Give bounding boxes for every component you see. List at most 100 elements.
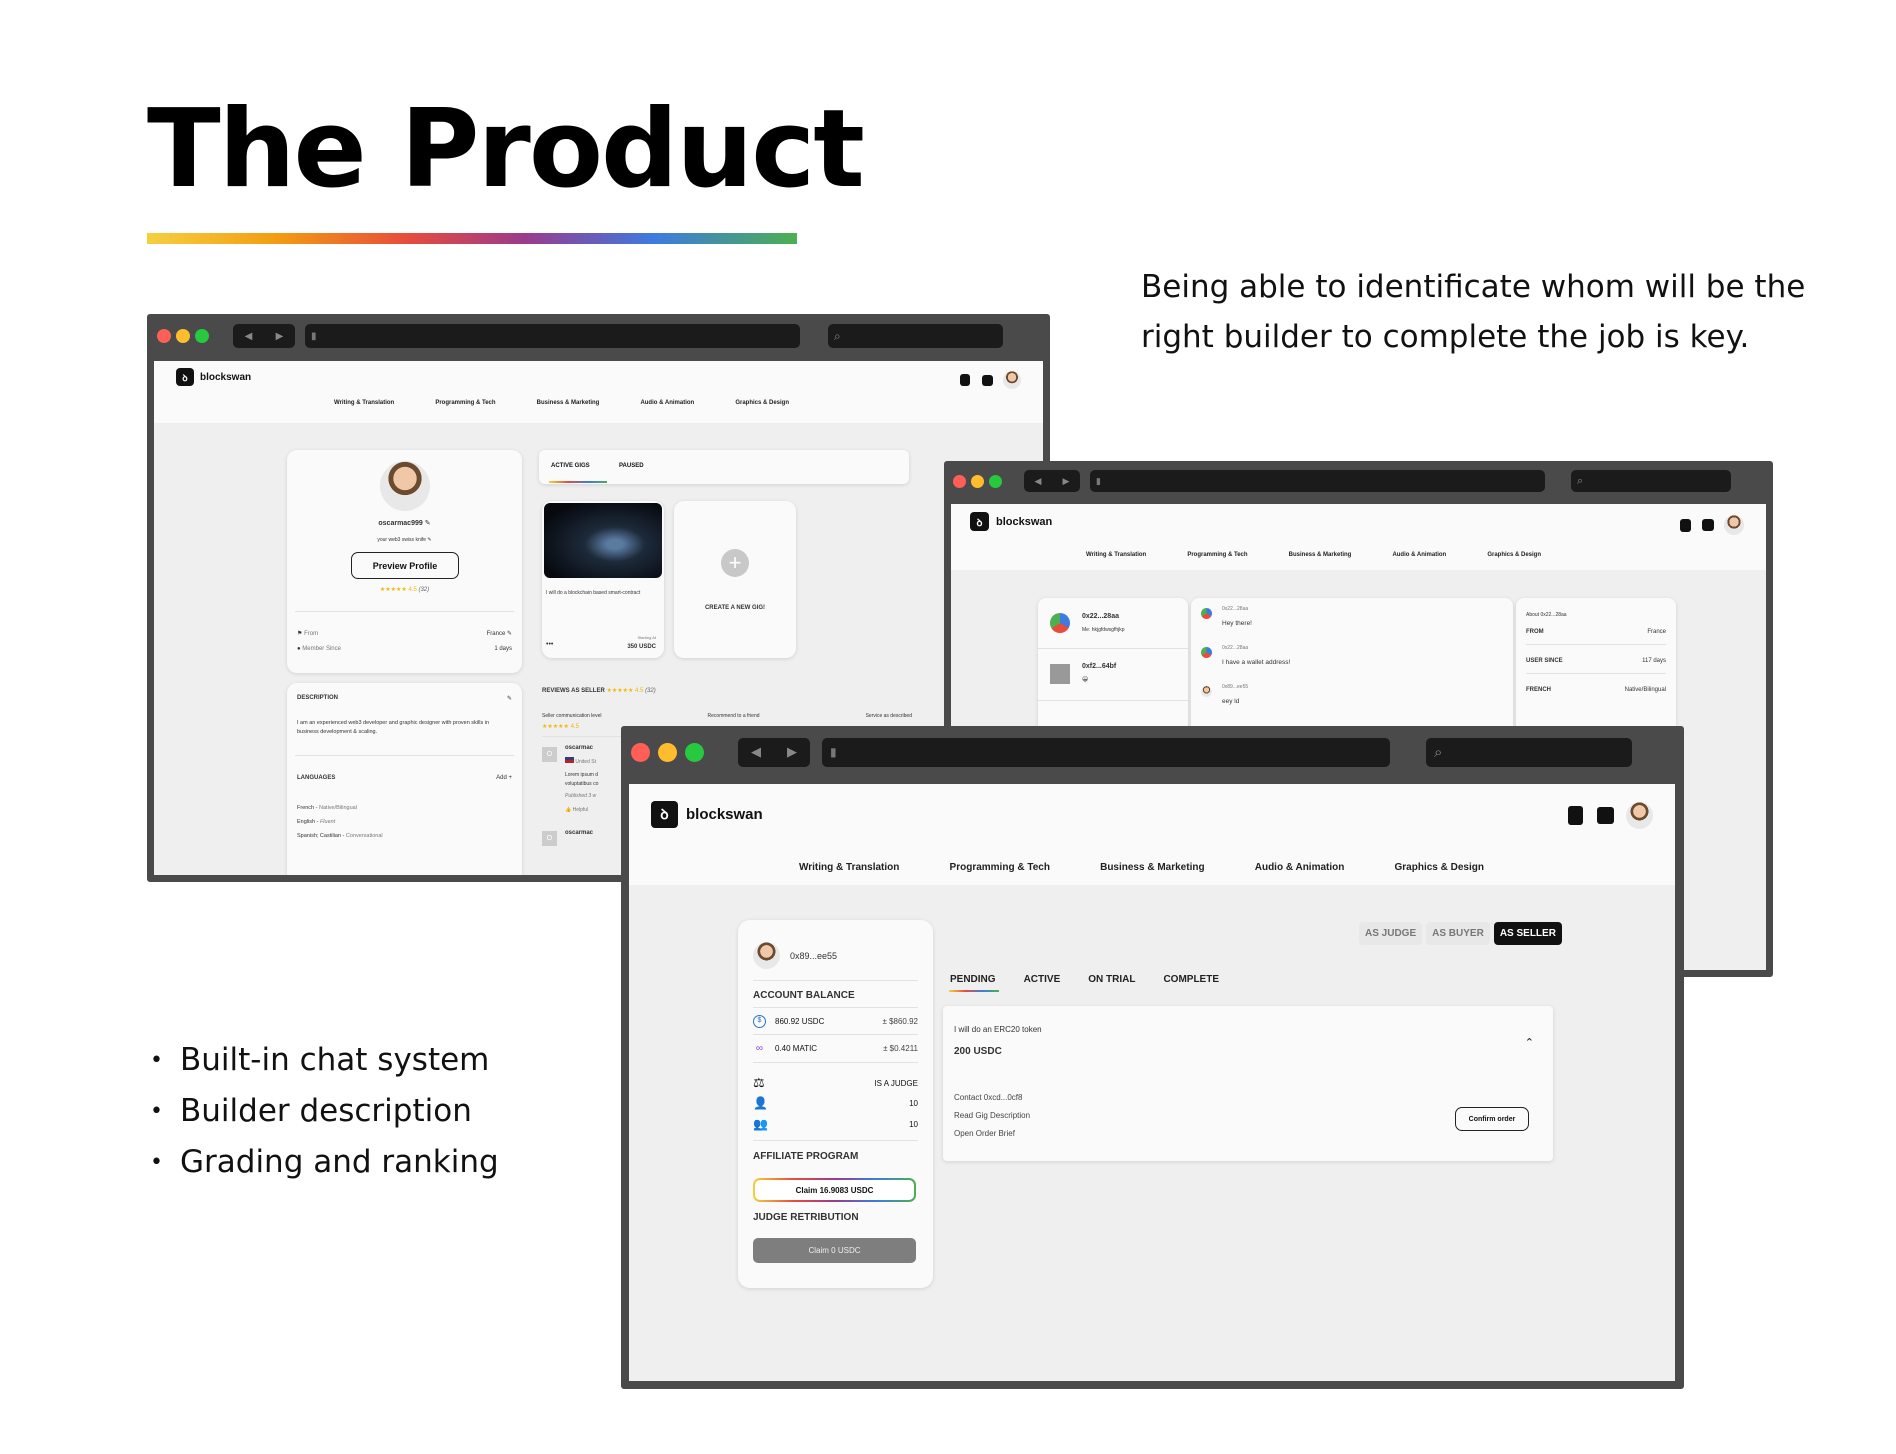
brand-logo[interactable]: ꝺ blockswan <box>651 801 763 828</box>
gig-more-icon[interactable]: ••• <box>546 641 553 648</box>
message-text: eey ld <box>1222 698 1240 705</box>
order-link-contact[interactable]: Contact 0xcd...0cf8 <box>954 1093 1022 1102</box>
gig-price: 350 USDC <box>627 644 656 650</box>
url-bar[interactable]: ▮ <box>822 737 1390 767</box>
nav-category[interactable]: Business & Marketing <box>537 400 600 406</box>
maximize-dot-icon[interactable] <box>989 474 1002 488</box>
nav-category[interactable]: Business & Marketing <box>1100 862 1204 873</box>
order-link-gig-description[interactable]: Read Gig Description <box>954 1111 1030 1120</box>
nav-category[interactable]: Graphics & Design <box>1395 862 1484 873</box>
inbox-icon[interactable] <box>1702 519 1714 531</box>
from-label: From <box>304 631 319 637</box>
chevron-up-icon[interactable]: ⌃ <box>1525 1036 1534 1049</box>
nav-category[interactable]: Programming & Tech <box>435 400 495 406</box>
nav-category[interactable]: Audio & Animation <box>1255 862 1345 873</box>
nav-category[interactable]: Audio & Animation <box>1392 552 1446 558</box>
reviewer-name: oscarmac <box>565 745 594 751</box>
avatar[interactable] <box>1626 802 1653 829</box>
close-dot-icon[interactable] <box>631 742 650 762</box>
add-icon: + <box>721 549 749 577</box>
edit-icon[interactable]: ✎ <box>425 520 431 527</box>
nav-category[interactable]: Graphics & Design <box>1487 552 1541 558</box>
inbox-icon[interactable] <box>1597 807 1614 824</box>
history-nav[interactable]: ◀ ▶ <box>1024 470 1080 492</box>
nav-category[interactable]: Graphics & Design <box>735 400 789 406</box>
feature-item: Grading and ranking <box>150 1137 499 1188</box>
page-icon: ▮ <box>1096 475 1101 486</box>
helpful-label[interactable]: Helpful <box>573 807 589 813</box>
review-published: Published 3 w <box>565 793 597 799</box>
search-bar[interactable]: ⌕ <box>1571 470 1731 492</box>
thumbs-up-icon[interactable]: 👍 <box>565 807 571 813</box>
nav-category[interactable]: Business & Marketing <box>1289 552 1352 558</box>
claim-affiliate-button[interactable]: Claim 16.9083 USDC <box>753 1178 916 1202</box>
order-link-brief[interactable]: Open Order Brief <box>954 1129 1015 1138</box>
back-icon[interactable]: ◀ <box>751 744 761 760</box>
profile-card: oscarmac999 ✎ your web3 swiss knife ✎ Pr… <box>287 450 522 673</box>
avatar[interactable] <box>1003 371 1021 389</box>
active-tab-underline <box>549 481 607 483</box>
history-nav[interactable]: ◀ ▶ <box>233 324 295 348</box>
role-judge-button[interactable]: AS JUDGE <box>1359 922 1423 945</box>
nav-category[interactable]: Programming & Tech <box>950 862 1050 873</box>
brand-logo[interactable]: ꝺ blockswan <box>970 512 1052 531</box>
balance-usd: ± $860.92 <box>882 1017 918 1026</box>
affiliate-heading: AFFILIATE PROGRAM <box>753 1151 859 1162</box>
notification-icon[interactable] <box>1568 806 1583 825</box>
forward-icon[interactable]: ▶ <box>1063 476 1070 487</box>
brand-logo[interactable]: ꝺ blockswan <box>176 368 251 386</box>
minimize-dot-icon[interactable] <box>971 474 984 488</box>
conversation-item[interactable]: 0x22...28aa Me: hkjgfdwsgfhjkp <box>1038 598 1188 648</box>
back-icon[interactable]: ◀ <box>1035 476 1042 487</box>
search-bar[interactable]: ⌕ <box>1426 737 1632 767</box>
gig-card[interactable]: I will do a blockchain based smart-contr… <box>542 501 664 658</box>
inbox-icon[interactable] <box>982 374 993 386</box>
edit-icon[interactable]: ✎ <box>427 537 431 543</box>
about-value: France <box>1647 629 1666 635</box>
notification-icon[interactable] <box>960 374 970 386</box>
close-dot-icon[interactable] <box>953 474 966 488</box>
edit-icon[interactable]: ✎ <box>507 631 512 637</box>
tab-paused[interactable]: PAUSED <box>619 463 644 469</box>
users-icon: 👥 <box>753 1117 768 1131</box>
user-icon: ● <box>297 646 301 652</box>
add-language-link[interactable]: Add + <box>496 775 512 781</box>
flag-icon: ⚑ <box>297 631 303 637</box>
search-bar[interactable]: ⌕ <box>828 324 1003 348</box>
create-gig-card[interactable]: + CREATE A NEW GIG! <box>674 501 796 658</box>
role-buyer-button[interactable]: AS BUYER <box>1426 922 1490 945</box>
tagline: Being able to identificate whom will be … <box>1141 269 1806 355</box>
history-nav[interactable]: ◀ ▶ <box>738 737 810 767</box>
minimize-dot-icon[interactable] <box>176 329 190 343</box>
claim-judge-button[interactable]: Claim 0 USDC <box>753 1238 916 1263</box>
maximize-dot-icon[interactable] <box>685 742 704 762</box>
avatar[interactable] <box>1724 515 1744 535</box>
confirm-order-button[interactable]: Confirm order <box>1455 1107 1529 1131</box>
conversation-preview: 😀 <box>1082 677 1089 683</box>
tab-complete[interactable]: COMPLETE <box>1163 974 1219 985</box>
tab-active-gigs[interactable]: ACTIVE GIGS <box>551 463 590 469</box>
nav-category[interactable]: Writing & Translation <box>799 862 899 873</box>
conversation-item[interactable]: 0xf2...64bf 😀 <box>1038 649 1188 699</box>
tab-pending[interactable]: PENDING <box>950 974 996 985</box>
url-bar[interactable]: ▮ <box>305 324 800 348</box>
nav-category[interactable]: Writing & Translation <box>334 400 394 406</box>
back-icon[interactable]: ◀ <box>245 331 253 342</box>
edit-icon[interactable]: ✎ <box>507 695 512 702</box>
member-value: 1 days <box>494 646 512 652</box>
preview-profile-button[interactable]: Preview Profile <box>351 552 459 579</box>
nav-category[interactable]: Writing & Translation <box>1086 552 1146 558</box>
notification-icon[interactable] <box>1680 518 1691 532</box>
role-seller-button[interactable]: AS SELLER <box>1493 922 1562 945</box>
minimize-dot-icon[interactable] <box>658 742 677 762</box>
close-dot-icon[interactable] <box>157 329 171 343</box>
browser-window-orders: ◀ ▶ ▮ ⌕ ꝺ blockswan Writing & Translation… <box>621 726 1684 1389</box>
nav-category[interactable]: Programming & Tech <box>1187 552 1247 558</box>
forward-icon[interactable]: ▶ <box>276 331 284 342</box>
maximize-dot-icon[interactable] <box>195 329 209 343</box>
forward-icon[interactable]: ▶ <box>787 744 797 760</box>
nav-category[interactable]: Audio & Animation <box>640 400 694 406</box>
tab-active[interactable]: ACTIVE <box>1024 974 1061 985</box>
url-bar[interactable]: ▮ <box>1090 470 1545 492</box>
tab-on-trial[interactable]: ON TRIAL <box>1088 974 1135 985</box>
